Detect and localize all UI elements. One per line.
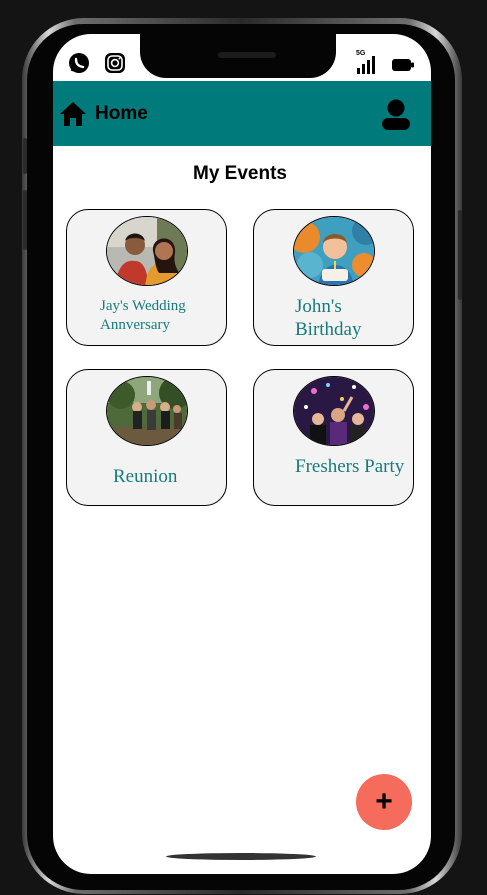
whatsapp-icon bbox=[68, 52, 90, 74]
event-card-reunion[interactable]: Reunion bbox=[66, 369, 227, 506]
event-card-freshers[interactable]: Freshers Party bbox=[253, 369, 414, 506]
instagram-icon bbox=[104, 52, 126, 74]
add-event-button[interactable]: + bbox=[356, 774, 412, 830]
home-icon[interactable] bbox=[59, 101, 87, 127]
app-bar: Home bbox=[53, 81, 431, 146]
event-label: Reunion bbox=[113, 466, 178, 487]
event-card-birthday[interactable]: John's Birthday bbox=[253, 209, 414, 346]
event-thumbnail bbox=[293, 376, 375, 446]
event-label: Freshers Party bbox=[295, 456, 405, 477]
volume-button bbox=[23, 190, 27, 250]
event-label: John's Birthday bbox=[295, 296, 362, 340]
speaker-grille bbox=[218, 52, 276, 58]
event-card-wedding[interactable]: Jay's Wedding Annversary bbox=[66, 209, 227, 346]
event-thumbnail bbox=[293, 216, 375, 286]
mute-switch bbox=[23, 138, 27, 174]
signal-icon bbox=[357, 56, 377, 79]
event-thumbnail bbox=[106, 216, 188, 286]
app-bar-title[interactable]: Home bbox=[95, 103, 148, 125]
event-label: Jay's Wedding Annversary bbox=[100, 298, 186, 333]
event-thumbnail bbox=[106, 376, 188, 446]
home-indicator[interactable] bbox=[166, 853, 316, 860]
page-title: My Events bbox=[193, 163, 287, 184]
user-icon[interactable] bbox=[381, 99, 411, 131]
battery-icon bbox=[392, 58, 414, 76]
plus-icon: + bbox=[375, 785, 393, 818]
power-button bbox=[458, 210, 462, 300]
